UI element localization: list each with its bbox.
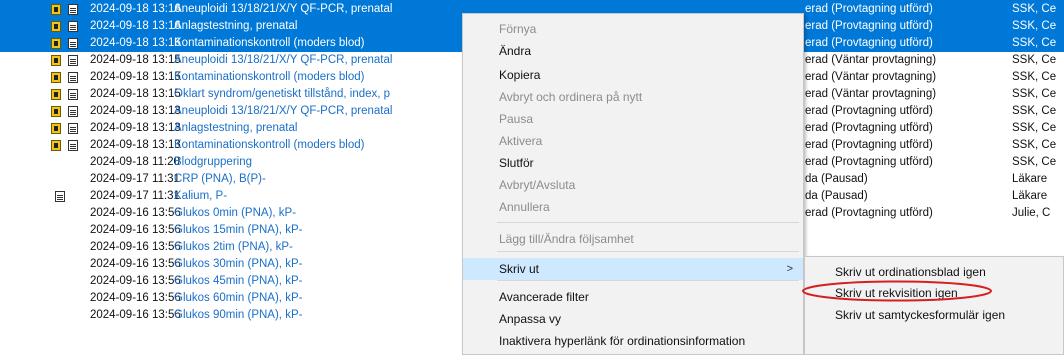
menu-item-avbryt-och-ordinera-på-nytt: Avbryt och ordinera på nytt	[463, 86, 803, 108]
document-icon	[68, 72, 78, 83]
order-responsible: SSK, Ce	[1012, 54, 1057, 66]
menu-item-label: Avbryt och ordinera på nytt	[499, 90, 643, 104]
order-name-link[interactable]: Glukos 2tim (PNA), kP-	[174, 239, 464, 256]
document-icon	[68, 106, 78, 117]
order-flag-icon	[51, 106, 61, 117]
print-submenu: Skriv ut ordinationsblad igen Skriv ut re…	[804, 256, 1064, 355]
menu-item-anpassa-vy[interactable]: Anpassa vy	[463, 308, 803, 330]
document-icon	[68, 55, 78, 66]
order-responsible: Läkare	[1012, 173, 1048, 185]
order-responsible: SSK, Ce	[1012, 37, 1057, 49]
order-name-link[interactable]: Aneuploidi 13/18/21/X/Y QF-PCR, prenatal	[174, 103, 464, 120]
menu-item-label: Skriv ut	[499, 262, 540, 276]
order-responsible: Läkare	[1012, 190, 1048, 202]
menu-item-label: Anpassa vy	[499, 312, 562, 326]
order-flag-icon	[51, 38, 61, 49]
menu-item-aktivera: Aktivera	[463, 130, 803, 152]
menu-item-label: Avancerade filter	[499, 290, 589, 304]
menu-item-kopiera[interactable]: Kopiera	[463, 64, 803, 86]
order-name-link[interactable]: Glukos 0min (PNA), kP-	[174, 205, 464, 222]
menu-item-label: Avbryt/Avsluta	[499, 178, 576, 192]
order-name-link[interactable]: Kalium, P-	[174, 188, 464, 205]
document-icon	[55, 191, 65, 202]
order-name-link[interactable]: Kontaminationskontroll (moders blod)	[174, 137, 464, 154]
order-name-link[interactable]: Glukos 60min (PNA), kP-	[174, 290, 464, 307]
menu-item-annullera: Annullera	[463, 196, 803, 218]
order-name-link[interactable]: Glukos 30min (PNA), kP-	[174, 256, 464, 273]
order-name-link[interactable]: Kontaminationskontroll (moders blod)	[174, 69, 464, 86]
annotation-ellipse	[802, 280, 992, 302]
order-name-link[interactable]: CRP (PNA), B(P)-	[174, 171, 464, 188]
menu-item-lägg-till-ändra-följsamhet: Lägg till/Ändra följsamhet	[463, 228, 803, 250]
order-responsible: SSK, Ce	[1012, 20, 1057, 32]
document-icon	[68, 123, 78, 134]
menu-item-label: Aktivera	[499, 134, 543, 148]
order-flag-icon	[51, 55, 61, 66]
order-name-link[interactable]: Anlagstestning, prenatal	[174, 18, 464, 35]
menu-item-avbryt-avsluta: Avbryt/Avsluta	[463, 174, 803, 196]
menu-separator	[497, 280, 799, 281]
order-responsible: SSK, Ce	[1012, 156, 1057, 168]
menu-item-label: Kopiera	[499, 68, 541, 82]
menu-item-label: Slutför	[499, 156, 534, 170]
order-responsible: Julie, C	[1012, 207, 1051, 219]
print-consent-form-again[interactable]: Skriv ut samtyckesformulär igen	[805, 304, 1063, 326]
order-responsible: SSK, Ce	[1012, 122, 1057, 134]
document-icon	[68, 89, 78, 100]
menu-item-pausa: Pausa	[463, 108, 803, 130]
order-flag-icon	[51, 4, 61, 15]
order-name-link[interactable]: Kontaminationskontroll (moders blod)	[174, 35, 464, 52]
menu-separator	[497, 251, 799, 252]
document-icon	[68, 140, 78, 151]
menu-item-label: Annullera	[499, 200, 550, 214]
menu-item-skriv-ut[interactable]: Skriv ut >	[463, 258, 803, 280]
menu-separator	[497, 222, 799, 223]
order-responsible: SSK, Ce	[1012, 71, 1057, 83]
context-menu: Förnya Ändra Kopiera Avbryt och ordinera på…	[462, 13, 804, 355]
order-name-link[interactable]: Glukos 15min (PNA), kP-	[174, 222, 464, 239]
order-name-link[interactable]: Glukos 90min (PNA), kP-	[174, 307, 464, 324]
menu-item-label: Pausa	[499, 112, 534, 126]
annotation-ring	[802, 280, 992, 302]
menu-item-label: Lägg till/Ändra följsamhet	[499, 232, 634, 246]
order-responsible: SSK, Ce	[1012, 105, 1057, 117]
order-flag-icon	[51, 72, 61, 83]
menu-item-label: Ändra	[499, 44, 532, 58]
order-name-link[interactable]: Glukos 45min (PNA), kP-	[174, 273, 464, 290]
order-flag-icon	[51, 123, 61, 134]
menu-item-label: Förnya	[499, 22, 537, 36]
order-responsible: SSK, Ce	[1012, 88, 1057, 100]
order-flag-icon	[51, 89, 61, 100]
order-responsible: SSK, Ce	[1012, 139, 1057, 151]
order-name-link[interactable]: Aneuploidi 13/18/21/X/Y QF-PCR, prenatal	[174, 1, 464, 18]
document-icon	[68, 38, 78, 49]
order-name-link[interactable]: Anlagstestning, prenatal	[174, 120, 464, 137]
chevron-right-icon: >	[786, 263, 793, 275]
order-name-link[interactable]: Blodgruppering	[174, 154, 464, 171]
menu-item-label: Inaktivera hyperlänk för ordinationsinfo…	[499, 334, 746, 348]
document-icon	[68, 4, 78, 15]
order-responsible: SSK, Ce	[1012, 3, 1057, 15]
order-name-link[interactable]: Oklart syndrom/genetiskt tillstånd, inde…	[174, 86, 464, 103]
order-flag-icon	[51, 140, 61, 151]
menu-item-förnya: Förnya	[463, 18, 803, 40]
document-icon	[68, 21, 78, 32]
menu-item-ändra[interactable]: Ändra	[463, 40, 803, 62]
order-flag-icon	[51, 21, 61, 32]
menu-item-avancerade-filter[interactable]: Avancerade filter	[463, 286, 803, 308]
menu-item-inaktivera-hyperlänk-för-ordinationsinformation[interactable]: Inaktivera hyperlänk för ordinationsinfo…	[463, 330, 803, 352]
order-name-link[interactable]: Aneuploidi 13/18/21/X/Y QF-PCR, prenatal	[174, 52, 464, 69]
menu-item-slutför[interactable]: Slutför	[463, 152, 803, 174]
